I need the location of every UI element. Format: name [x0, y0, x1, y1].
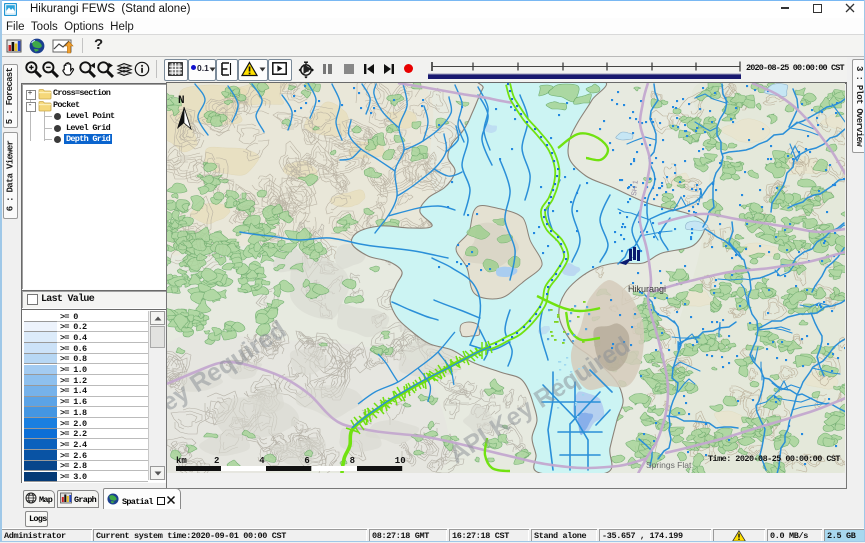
svg-text:10: 10	[395, 456, 406, 466]
svg-text:8: 8	[350, 456, 355, 466]
svg-text:km: km	[176, 456, 187, 466]
svg-text:6: 6	[304, 456, 309, 466]
svg-text:Springs Flat: Springs Flat	[646, 460, 692, 470]
svg-text:4: 4	[259, 456, 265, 466]
svg-text:Hikurangi: Hikurangi	[628, 284, 666, 294]
svg-text:Time: 2020-08-25 00:00:00 CST: Time: 2020-08-25 00:00:00 CST	[708, 454, 840, 464]
svg-text:2: 2	[214, 456, 219, 466]
svg-text:N: N	[178, 95, 185, 107]
